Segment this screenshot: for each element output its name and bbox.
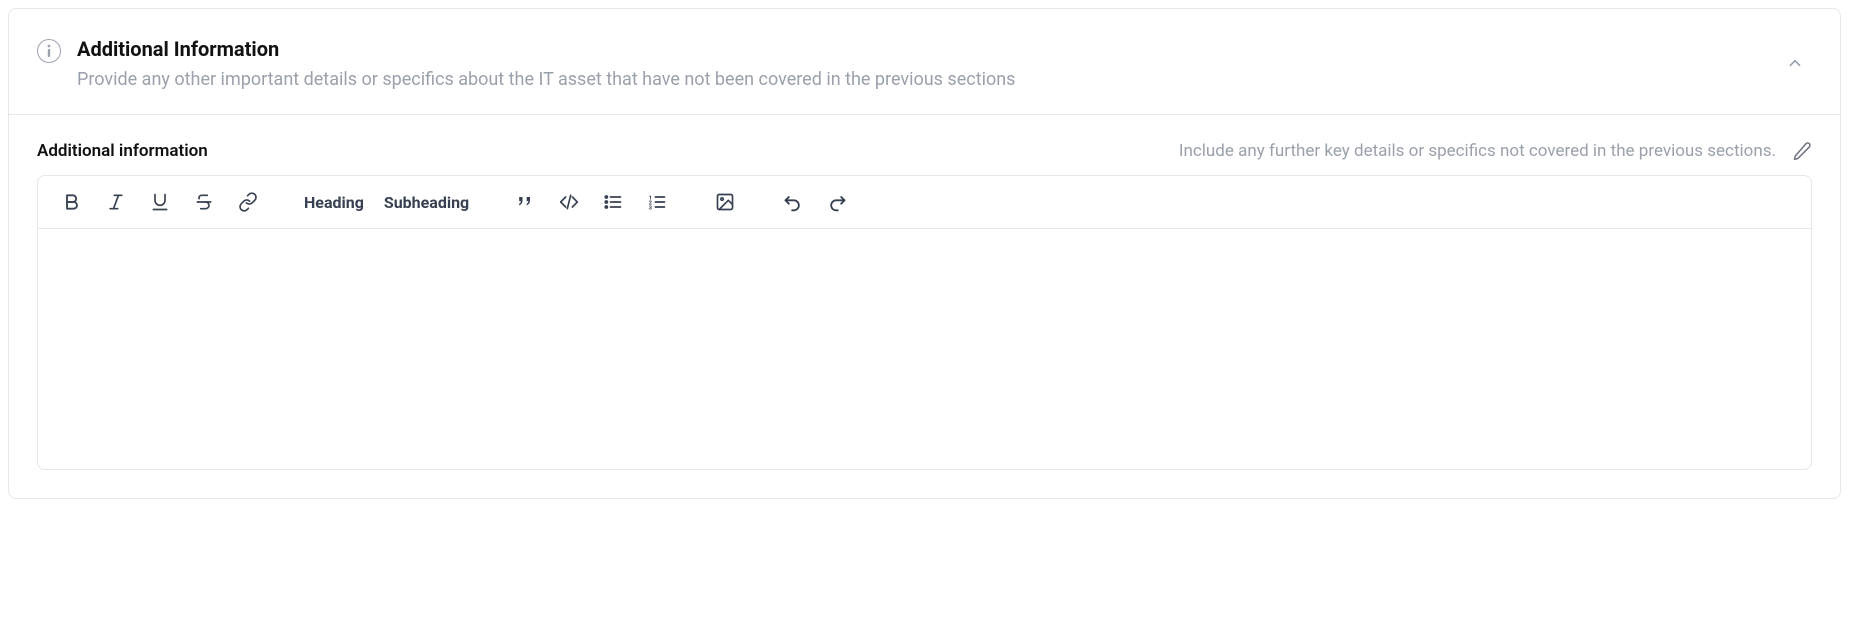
code-icon [559, 192, 579, 212]
underline-button[interactable] [148, 190, 172, 214]
undo-button[interactable] [781, 190, 805, 214]
field-label-row: Additional information Include any furth… [37, 141, 1812, 161]
chevron-up-icon [1786, 54, 1804, 72]
card-header: Additional Information Provide any other… [9, 9, 1840, 115]
rich-text-editor: Heading Subheading 123 [37, 175, 1812, 470]
info-icon [37, 39, 61, 63]
quote-button[interactable] [513, 190, 537, 214]
header-text: Additional Information Provide any other… [77, 37, 1762, 92]
link-button[interactable] [236, 190, 260, 214]
italic-button[interactable] [104, 190, 128, 214]
additional-information-card: Additional Information Provide any other… [8, 8, 1841, 499]
subheading-button[interactable]: Subheading [384, 193, 469, 212]
section-description: Provide any other important details or s… [77, 67, 1762, 92]
field-hint-wrap: Include any further key details or speci… [1179, 141, 1812, 161]
underline-icon [150, 192, 170, 212]
editor-toolbar: Heading Subheading 123 [38, 176, 1811, 229]
list-bullet-icon [603, 192, 623, 212]
edit-button[interactable] [1792, 141, 1812, 161]
strikethrough-button[interactable] [192, 190, 216, 214]
bold-button[interactable] [60, 190, 84, 214]
list-ordered-icon: 123 [647, 192, 667, 212]
undo-icon [783, 192, 803, 212]
image-button[interactable] [713, 190, 737, 214]
redo-button[interactable] [825, 190, 849, 214]
quote-icon [515, 192, 535, 212]
redo-icon [827, 192, 847, 212]
bold-icon [62, 192, 82, 212]
field-label: Additional information [37, 141, 208, 161]
link-icon [238, 192, 258, 212]
heading-button[interactable]: Heading [304, 193, 364, 212]
collapse-toggle[interactable] [1778, 46, 1812, 84]
italic-icon [106, 192, 126, 212]
field-hint: Include any further key details or speci… [1179, 141, 1776, 161]
svg-text:3: 3 [649, 206, 653, 212]
ordered-list-button[interactable]: 123 [645, 190, 669, 214]
editor-textarea[interactable] [38, 229, 1811, 469]
bullet-list-button[interactable] [601, 190, 625, 214]
image-icon [715, 192, 735, 212]
section-title: Additional Information [77, 37, 1762, 61]
code-button[interactable] [557, 190, 581, 214]
strikethrough-icon [194, 192, 214, 212]
pencil-icon [1792, 141, 1812, 161]
card-body: Additional information Include any furth… [9, 115, 1840, 498]
